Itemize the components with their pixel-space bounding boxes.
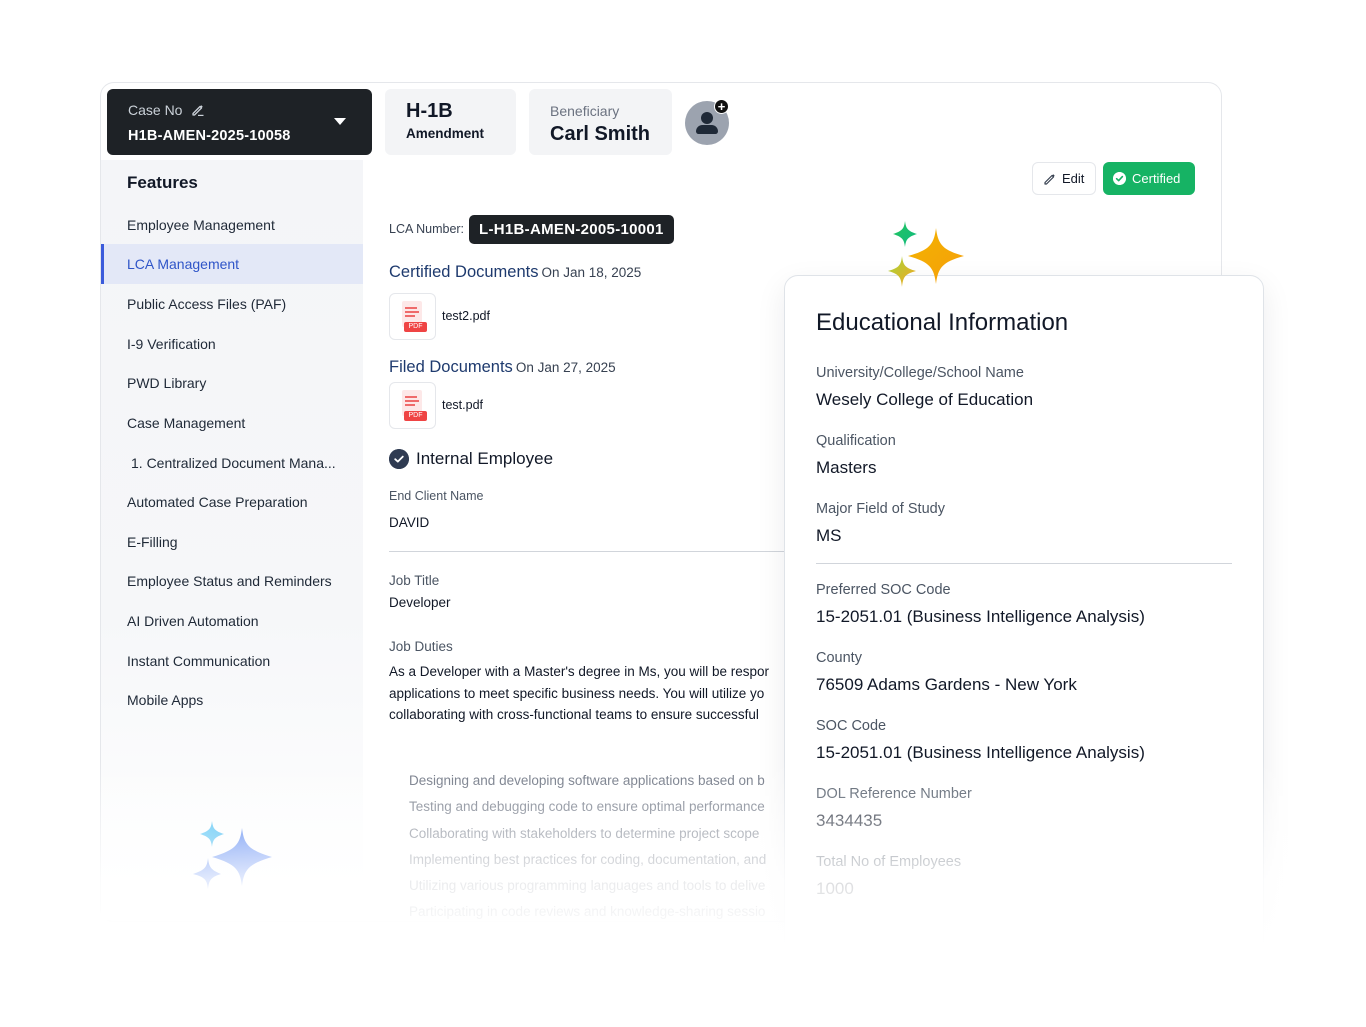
preferred-soc-label: Preferred SOC Code (816, 582, 951, 598)
total-employees-value: 1000 (816, 879, 854, 898)
pdf-line (405, 307, 417, 309)
pdf-icon[interactable]: PDF (389, 382, 436, 429)
plus-icon[interactable]: + (714, 99, 729, 114)
pencil-icon[interactable] (191, 103, 205, 117)
major-field-value: MS (816, 526, 842, 545)
filed-documents-heading: Filed Documents On Jan 27, 2025 (389, 358, 616, 377)
sidebar-item-e-filling[interactable]: E-Filling (101, 522, 363, 562)
sidebar-item-pwd-library[interactable]: PWD Library (101, 363, 363, 403)
pdf-line (405, 400, 419, 402)
job-duties-line: collaborating with cross-functional team… (389, 707, 759, 722)
list-item: Testing and debugging code to ensure opt… (409, 799, 765, 815)
divider (389, 551, 789, 552)
pencil-icon (1044, 174, 1055, 185)
county-label: County (816, 650, 862, 666)
sidebar-item-centralized-documents[interactable]: 1. Centralized Document Mana... (101, 443, 363, 483)
job-duties-label: Job Duties (389, 639, 453, 654)
pdf-line (405, 311, 419, 313)
sidebar: Features Employee Management LCA Managem… (101, 160, 363, 920)
sidebar-item-lca-management[interactable]: LCA Management (101, 244, 363, 284)
dol-reference-value: 3434435 (816, 811, 883, 830)
job-title-label: Job Title (389, 573, 440, 588)
certified-status-label: Certified (1132, 171, 1181, 186)
beneficiary-label: Beneficiary (550, 103, 620, 119)
university-label: University/College/School Name (816, 365, 1024, 381)
educational-information-card: Educational Information University/Colle… (784, 275, 1264, 975)
caret-down-icon[interactable] (334, 118, 346, 125)
filed-documents-date: On Jan 27, 2025 (515, 360, 616, 375)
sidebar-item-i9-verification[interactable]: I-9 Verification (101, 324, 363, 364)
educational-information-title: Educational Information (816, 309, 1069, 336)
end-client-label: End Client Name (389, 489, 484, 503)
check-circle-icon (389, 449, 409, 469)
list-item: Participating in code reviews and knowle… (409, 904, 766, 920)
sidebar-title: Features (127, 173, 198, 192)
soc-code-value: 15-2051.01 (Business Intelligence Analys… (816, 743, 1145, 762)
beneficiary-name: Carl Smith (550, 123, 651, 145)
duties-list: Designing and developing software applic… (409, 768, 785, 926)
visa-type: H-1B (406, 100, 453, 122)
sidebar-item-automated-case-preparation[interactable]: Automated Case Preparation (101, 482, 363, 522)
major-field-label: Major Field of Study (816, 501, 945, 517)
check-circle-icon (1113, 172, 1126, 185)
certified-documents-heading: Certified Documents On Jan 18, 2025 (389, 263, 641, 282)
pdf-tag: PDF (404, 411, 427, 421)
avatar-head (701, 112, 713, 124)
certified-file-name[interactable]: test2.pdf (442, 309, 490, 323)
certified-documents-date: On Jan 18, 2025 (541, 265, 642, 280)
job-duties-text: As a Developer with a Master's degree in… (389, 661, 785, 731)
edit-button[interactable]: Edit (1032, 162, 1096, 195)
visa-subtype: Amendment (406, 126, 485, 141)
sparkle-icon (888, 221, 964, 287)
lca-number-value: L-H1B-AMEN-2005-10001 (469, 215, 674, 244)
lca-number-label: LCA Number: (389, 222, 465, 236)
sidebar-item-paf[interactable]: Public Access Files (PAF) (101, 284, 363, 324)
preferred-soc-value: 15-2051.01 (Business Intelligence Analys… (816, 607, 1145, 626)
edit-button-label: Edit (1062, 171, 1085, 186)
filed-file-name[interactable]: test.pdf (442, 398, 483, 412)
end-client-value: DAVID (389, 515, 430, 530)
pdf-icon[interactable]: PDF (389, 293, 436, 340)
list-item: Collaborating with stakeholders to deter… (409, 825, 760, 841)
case-selector[interactable]: Case No H1B-AMEN-2025-10058 (107, 89, 372, 155)
case-label: Case No (128, 102, 183, 118)
certified-status-button[interactable]: Certified (1103, 162, 1195, 195)
pdf-line (405, 315, 415, 317)
pdf-tag: PDF (404, 322, 427, 332)
case-number: H1B-AMEN-2025-10058 (128, 128, 291, 144)
sidebar-item-case-management[interactable]: Case Management (101, 403, 363, 443)
list-item: Utilizing various programming languages … (409, 878, 766, 894)
sidebar-item-employee-status[interactable]: Employee Status and Reminders (101, 561, 363, 601)
internal-employee-label: Internal Employee (416, 449, 554, 468)
sidebar-item-instant-communication[interactable]: Instant Communication (101, 641, 363, 681)
qualification-value: Masters (816, 458, 877, 477)
certified-documents-title: Certified Documents (389, 263, 539, 281)
job-title-value: Developer (389, 595, 451, 610)
beneficiary-card: Beneficiary Carl Smith (529, 89, 672, 155)
total-employees-label: Total No of Employees (816, 854, 962, 870)
avatar-body (696, 125, 718, 134)
dol-reference-label: DOL Reference Number (816, 786, 972, 802)
list-item: Designing and developing software applic… (409, 773, 765, 788)
sidebar-item-mobile-apps[interactable]: Mobile Apps (101, 680, 363, 720)
visa-type-card: H-1B Amendment (385, 89, 516, 155)
sidebar-item-employee-management[interactable]: Employee Management (101, 205, 363, 245)
filed-documents-title: Filed Documents (389, 358, 513, 376)
sidebar-item-ai-automation[interactable]: AI Driven Automation (101, 601, 363, 641)
job-duties-line: applications to meet specific business n… (389, 685, 765, 701)
list-item: Implementing best practices for coding, … (409, 851, 767, 867)
sparkle-icon (193, 821, 272, 889)
pdf-line (405, 396, 417, 398)
university-value: Wesely College of Education (816, 390, 1034, 409)
pdf-line (405, 404, 415, 406)
county-value: 76509 Adams Gardens - New York (816, 675, 1077, 694)
qualification-label: Qualification (816, 433, 896, 449)
job-duties-line: As a Developer with a Master's degree in… (389, 664, 769, 679)
soc-code-label: SOC Code (816, 718, 887, 734)
divider (816, 563, 1232, 564)
